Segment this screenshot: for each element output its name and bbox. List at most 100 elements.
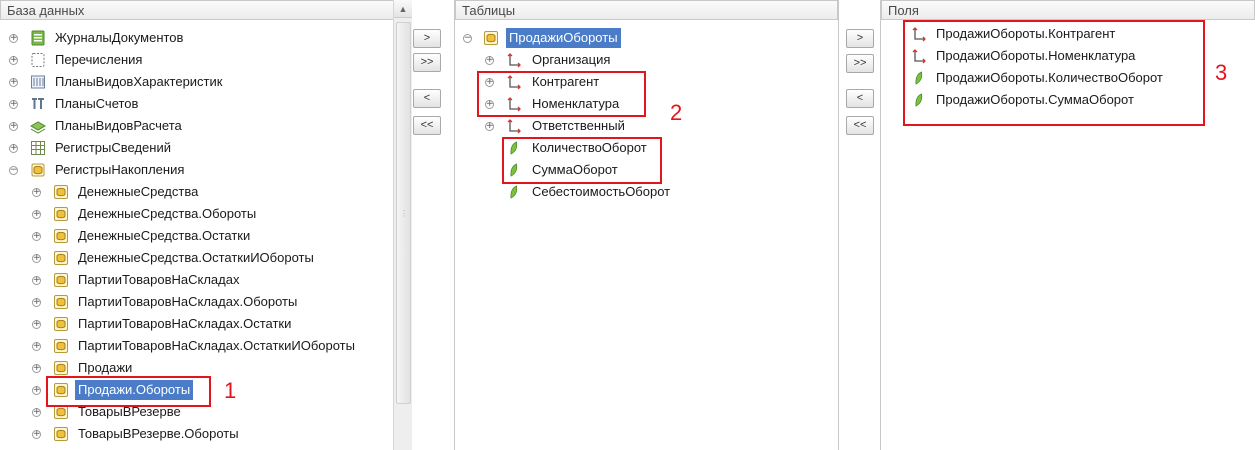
- collapse-icon[interactable]: −: [9, 166, 18, 175]
- dimension-icon: [506, 52, 522, 68]
- db-tree-item[interactable]: − РегистрыНакопления: [0, 160, 411, 180]
- expand-icon[interactable]: +: [9, 34, 18, 43]
- db-tree-item-label: ПланыВидовРасчета: [55, 118, 182, 133]
- enum-icon: [30, 52, 46, 68]
- add-all-selected-fields-button[interactable]: >>: [846, 54, 874, 73]
- journal-icon: [30, 30, 46, 46]
- expand-icon[interactable]: +: [32, 210, 41, 219]
- add-all-fields-button[interactable]: >>: [413, 53, 441, 72]
- table-tree-item[interactable]: СебестоимостьОборот: [455, 182, 838, 202]
- db-tree-item-label: ДенежныеСредства.Остатки: [78, 228, 251, 243]
- db-tree-item-label: ДенежныеСредства: [78, 184, 199, 199]
- db-tree-item-label: РегистрыНакопления: [55, 162, 185, 177]
- db-tree-item-label: ПартииТоваровНаСкладах.Остатки: [78, 316, 292, 331]
- expand-icon[interactable]: +: [32, 276, 41, 285]
- marker-1: 1: [224, 378, 237, 403]
- db-tree-item[interactable]: + ДенежныеСредства.Обороты: [0, 204, 411, 224]
- expand-icon[interactable]: +: [9, 78, 18, 87]
- table-tree-item-label: Организация: [532, 52, 611, 67]
- virtual-table-icon: [53, 338, 69, 354]
- expand-icon[interactable]: +: [485, 56, 494, 65]
- remove-all-fields-button[interactable]: <<: [413, 116, 441, 135]
- virtual-table-icon: [53, 184, 69, 200]
- expand-icon[interactable]: +: [32, 386, 41, 395]
- expand-icon[interactable]: +: [32, 320, 41, 329]
- scroll-thumb[interactable]: ⋮: [396, 22, 411, 404]
- db-tree-item-label: Перечисления: [55, 52, 143, 67]
- db-tree-item[interactable]: + Перечисления: [0, 50, 411, 70]
- db-tree-item-label: Продажи: [78, 360, 133, 375]
- highlight-box-2b: [502, 137, 662, 184]
- calculation-types-icon: [29, 118, 47, 134]
- expand-icon[interactable]: +: [32, 188, 41, 197]
- highlight-box-2a: [477, 71, 646, 117]
- db-tree-item-label: ПланыВидовХарактеристик: [55, 74, 223, 89]
- virtual-table-icon: [53, 250, 69, 266]
- fields-panel-header: Поля: [881, 0, 1255, 20]
- table-tree-item[interactable]: + Организация: [455, 50, 838, 70]
- expand-icon[interactable]: +: [32, 364, 41, 373]
- expand-icon[interactable]: +: [32, 232, 41, 241]
- dimension-icon: [506, 118, 522, 134]
- db-tree-item-label: ПартииТоваровНаСкладах.Обороты: [78, 294, 298, 309]
- expand-icon[interactable]: +: [32, 254, 41, 263]
- info-register-icon: [30, 140, 46, 156]
- db-tree-item[interactable]: + ДенежныеСредства: [0, 182, 411, 202]
- marker-2: 2: [670, 100, 683, 125]
- remove-field-button[interactable]: <: [413, 89, 441, 108]
- marker-3: 3: [1215, 60, 1228, 85]
- highlight-box-3: [903, 20, 1205, 126]
- db-tree-item[interactable]: + ПартииТоваровНаСкладах.Остатки: [0, 314, 411, 334]
- db-tree-item[interactable]: + РегистрыСведений: [0, 138, 411, 158]
- database-scrollbar[interactable]: ▲ ⋮: [393, 0, 412, 450]
- db-tree-item[interactable]: + ПартииТоваровНаСкладах: [0, 270, 411, 290]
- expand-icon[interactable]: +: [9, 122, 18, 131]
- virtual-table-icon: [53, 360, 69, 376]
- expand-icon[interactable]: +: [9, 100, 18, 109]
- db-tree-item[interactable]: + ЖурналыДокументов: [0, 28, 411, 48]
- remove-all-selected-fields-button[interactable]: <<: [846, 116, 874, 135]
- db-tree-item[interactable]: + ТоварыВРезерве.Обороты: [0, 424, 411, 444]
- db-tree-item-label: ПартииТоваровНаСкладах.ОстаткиИОбороты: [78, 338, 355, 353]
- chart-of-characteristics-icon: [30, 74, 46, 90]
- db-tree-item-label: ТоварыВРезерве.Обороты: [78, 426, 239, 441]
- expand-icon[interactable]: +: [9, 56, 18, 65]
- remove-selected-field-button[interactable]: <: [846, 89, 874, 108]
- expand-icon[interactable]: +: [485, 122, 494, 131]
- collapse-icon[interactable]: −: [463, 34, 472, 43]
- expand-icon[interactable]: +: [32, 342, 41, 351]
- db-tree-item[interactable]: + ПланыВидовХарактеристик: [0, 72, 411, 92]
- add-field-button[interactable]: >: [413, 29, 441, 48]
- db-tree-item[interactable]: + ДенежныеСредства.ОстаткиИОбороты: [0, 248, 411, 268]
- expand-icon[interactable]: +: [9, 144, 18, 153]
- chart-of-accounts-icon: [30, 96, 46, 112]
- table-tree-item[interactable]: − ПродажиОбороты: [455, 28, 838, 48]
- resource-icon: [506, 184, 522, 200]
- db-tree-item[interactable]: + Продажи: [0, 358, 411, 378]
- db-tree-item[interactable]: + ДенежныеСредства.Остатки: [0, 226, 411, 246]
- expand-icon[interactable]: +: [32, 298, 41, 307]
- database-panel-header: База данных: [0, 0, 411, 20]
- db-tree-item[interactable]: + ПартииТоваровНаСкладах.Обороты: [0, 292, 411, 312]
- expand-icon[interactable]: +: [32, 408, 41, 417]
- virtual-table-icon: [483, 30, 499, 46]
- table-tree-item[interactable]: + Ответственный: [455, 116, 838, 136]
- table-tree-item-label: СебестоимостьОборот: [532, 184, 671, 199]
- virtual-table-icon: [53, 228, 69, 244]
- highlight-box-1: [46, 376, 211, 407]
- virtual-table-icon: [53, 272, 69, 288]
- virtual-table-icon: [53, 294, 69, 310]
- scroll-up-arrow-icon[interactable]: ▲: [394, 0, 412, 18]
- table-tree-item-label: Ответственный: [532, 118, 625, 133]
- db-tree-item-label: ЖурналыДокументов: [55, 30, 184, 45]
- virtual-table-icon: [53, 426, 69, 442]
- tables-panel-header: Таблицы: [455, 0, 838, 20]
- db-tree-item[interactable]: + ПланыСчетов: [0, 94, 411, 114]
- db-tree-item[interactable]: + ПланыВидовРасчета: [0, 116, 411, 136]
- add-selected-field-button[interactable]: >: [846, 29, 874, 48]
- db-tree-item-label: РегистрыСведений: [55, 140, 171, 155]
- virtual-table-icon: [53, 206, 69, 222]
- db-tree-item[interactable]: + ПартииТоваровНаСкладах.ОстаткиИОбороты: [0, 336, 411, 356]
- db-tree-item-label: ДенежныеСредства.ОстаткиИОбороты: [78, 250, 314, 265]
- expand-icon[interactable]: +: [32, 430, 41, 439]
